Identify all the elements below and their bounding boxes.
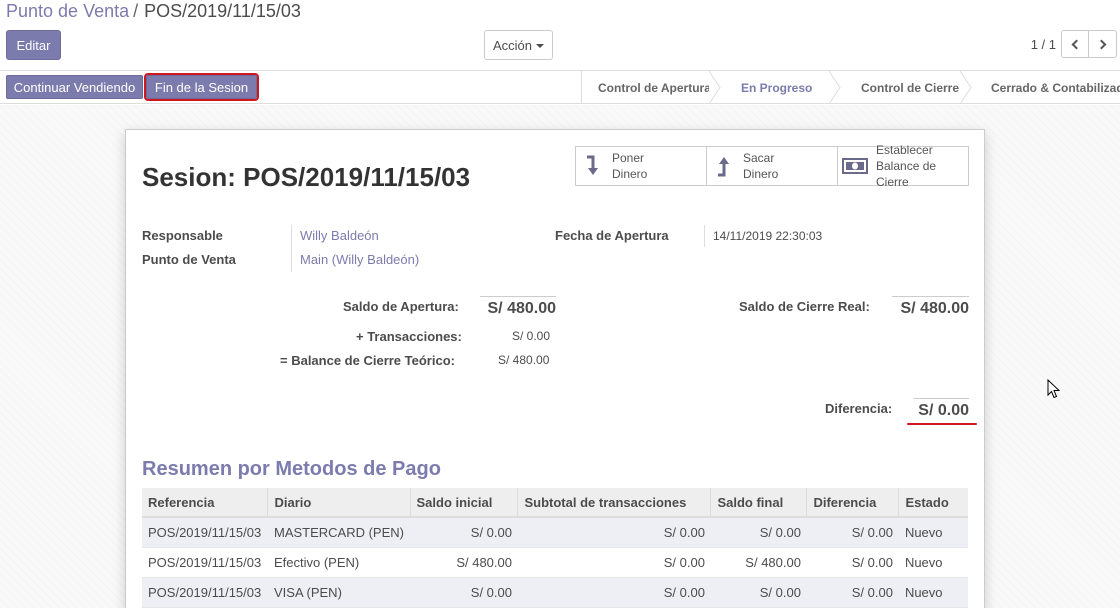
stat-button-label: Poner Dinero (612, 151, 648, 181)
real-closing-balance-label: Saldo de Cierre Real: (739, 299, 870, 314)
field-separator (291, 225, 292, 272)
pager-value[interactable]: 1 / 1 (1031, 37, 1056, 52)
level-down-icon (587, 155, 598, 175)
payment-summary-title: Resumen por Metodos de Pago (142, 458, 441, 480)
edit-button[interactable]: Editar (6, 30, 61, 60)
table-header-row: Referencia Diario Saldo inicial Subtotal… (142, 488, 968, 518)
table-cell: S/ 0.00 (710, 577, 807, 608)
opening-date-value: 14/11/2019 22:30:03 (713, 229, 823, 243)
theoretical-balance-value: S/ 480.00 (498, 353, 550, 367)
table-cell: S/ 0.00 (410, 577, 518, 608)
page-title: Sesion: POS/2019/11/15/03 (142, 162, 471, 192)
mouse-pointer-icon (1047, 379, 1061, 399)
breadcrumb-parent-link[interactable]: Punto de Venta (6, 1, 129, 22)
real-closing-balance-value: S/ 480.00 (892, 296, 969, 318)
chevron-right-icon (1096, 39, 1106, 49)
breadcrumb: Punto de Venta / POS/2019/11/15/03 (6, 1, 301, 22)
payment-summary-table: Referencia Diario Saldo inicial Subtotal… (142, 488, 968, 608)
stage-closed-posted[interactable]: Cerrado & Contabilizado (971, 71, 1120, 104)
chevron-left-icon (1071, 39, 1082, 49)
column-header[interactable]: Referencia (142, 488, 269, 518)
action-dropdown-button[interactable]: Acción (484, 30, 553, 60)
money-icon (842, 158, 868, 174)
table-cell: S/ 0.00 (806, 547, 899, 578)
stage-label: Control de Cierre (861, 80, 960, 95)
table-cell: Efectivo (PEN) (267, 547, 410, 578)
take-money-out-button[interactable]: Sacar Dinero (707, 147, 838, 185)
responsable-field[interactable]: Willy Baldeón (300, 228, 379, 243)
theoretical-balance-label: = Balance de Cierre Teórico: (280, 353, 455, 368)
table-cell: S/ 0.00 (806, 577, 899, 608)
opening-balance-label: Saldo de Apertura: (343, 299, 459, 314)
difference-value: S/ 0.00 (913, 398, 969, 420)
stat-button-label: Sacar Dinero (743, 151, 779, 181)
breadcrumb-current: POS/2019/11/15/03 (144, 1, 301, 21)
opening-balance-value: S/ 480.00 (480, 296, 556, 318)
statusbar: Continuar Vendiendo Fin de la Sesion Con… (0, 71, 1120, 104)
difference-highlight (907, 423, 977, 425)
put-money-in-button[interactable]: Poner Dinero (576, 147, 707, 185)
continue-selling-button[interactable]: Continuar Vendiendo (6, 75, 143, 99)
opening-date-label: Fecha de Apertura (555, 228, 669, 243)
field-separator (704, 225, 705, 247)
table-cell: S/ 0.00 (517, 577, 711, 608)
stage-in-progress[interactable]: En Progreso (720, 71, 841, 104)
set-closing-balance-button[interactable]: Establecer Balance de Cierre (838, 143, 969, 189)
table-cell: POS/2019/11/15/03 (142, 547, 268, 578)
pager-next-button[interactable] (1089, 30, 1117, 58)
stat-button-label: Establecer Balance de Cierre (876, 143, 937, 189)
table-cell: S/ 0.00 (517, 547, 711, 578)
difference-label: Diferencia: (825, 401, 893, 416)
table-cell: MASTERCARD (PEN) (267, 517, 410, 548)
table-cell: S/ 0.00 (410, 517, 518, 548)
table-cell: S/ 0.00 (806, 517, 899, 548)
column-header[interactable]: Diario (267, 488, 411, 518)
pager-previous-button[interactable] (1061, 30, 1089, 58)
table-cell: S/ 480.00 (410, 547, 518, 578)
column-header[interactable]: Diferencia (806, 488, 900, 518)
table-cell: POS/2019/11/15/03 (142, 517, 268, 548)
stage-pipeline: Control de Apertura En Progreso Control … (581, 71, 1120, 104)
column-header[interactable]: Subtotal de transacciones (517, 488, 712, 518)
stage-opening-control[interactable]: Control de Apertura (582, 71, 721, 104)
table-cell: S/ 0.00 (710, 517, 807, 548)
table-cell: POS/2019/11/15/03 (142, 577, 268, 608)
table-row[interactable]: POS/2019/11/15/03 MASTERCARD (PEN) S/ 0.… (142, 517, 968, 548)
table-cell: S/ 480.00 (710, 547, 807, 578)
table-cell: VISA (PEN) (267, 577, 410, 608)
level-up-icon (718, 157, 729, 177)
stage-label: Control de Apertura (598, 80, 711, 95)
column-header[interactable]: Estado (898, 488, 968, 518)
table-row[interactable]: POS/2019/11/15/03 VISA (PEN) S/ 0.00 S/ … (142, 577, 968, 608)
column-header[interactable]: Saldo inicial (410, 488, 519, 518)
pos-field[interactable]: Main (Willy Baldeón) (300, 252, 419, 267)
action-label: Acción (492, 37, 533, 53)
transactions-label: + Transacciones: (356, 329, 462, 344)
responsable-label: Responsable (142, 228, 223, 243)
stage-label: Cerrado & Contabilizado (991, 80, 1120, 95)
transactions-value: S/ 0.00 (512, 329, 551, 343)
column-header[interactable]: Saldo final (710, 488, 808, 518)
caret-down-icon (536, 44, 545, 48)
stat-button-box: Poner Dinero Sacar Dinero Establecer Bal… (575, 143, 969, 189)
table-cell: Nuevo (898, 577, 968, 608)
breadcrumb-separator: / (133, 1, 139, 21)
pos-label: Punto de Venta (142, 252, 236, 267)
end-session-button[interactable]: Fin de la Sesion (144, 73, 259, 101)
stage-label: En Progreso (741, 80, 813, 95)
stage-closing-control[interactable]: Control de Cierre (840, 71, 972, 104)
table-row[interactable]: POS/2019/11/15/03 Efectivo (PEN) S/ 480.… (142, 547, 968, 578)
table-cell: Nuevo (898, 517, 968, 548)
table-cell: S/ 0.00 (517, 517, 711, 548)
table-cell: Nuevo (898, 547, 968, 578)
